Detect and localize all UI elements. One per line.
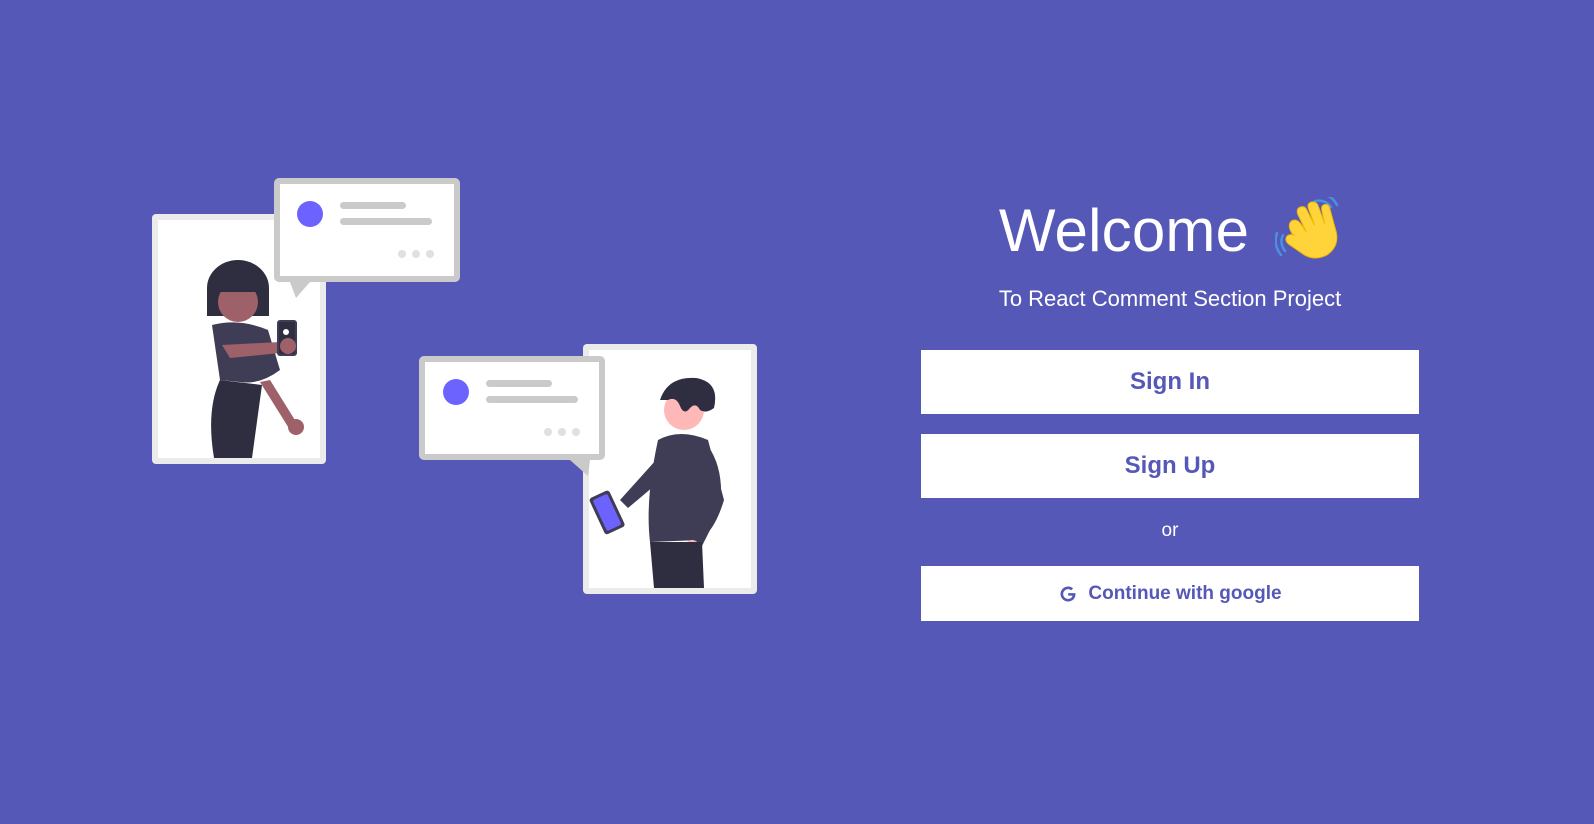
or-divider-text: or xyxy=(1161,520,1179,541)
welcome-header: Welcome xyxy=(921,190,1419,270)
google-button-label: Continue with google xyxy=(1088,582,1282,604)
waving-hand-icon xyxy=(1275,197,1339,259)
bottom-chat-bubble xyxy=(419,356,605,476)
right-profile-card xyxy=(583,344,757,594)
top-chat-bubble xyxy=(274,178,460,298)
continue-with-google-button[interactable]: Continue with google xyxy=(921,566,1419,621)
sign-in-button[interactable]: Sign In xyxy=(921,350,1419,414)
welcome-title: Welcome xyxy=(998,196,1250,264)
sign-up-button[interactable]: Sign Up xyxy=(921,434,1419,498)
subtitle: To React Comment Section Project xyxy=(998,286,1342,311)
auth-landing-page: Welcome To React Comment Section Project… xyxy=(0,0,1594,824)
google-g-icon xyxy=(1060,586,1076,601)
chat-illustration xyxy=(152,178,757,594)
auth-panel: Welcome To React Comment Section Project… xyxy=(921,190,1419,621)
